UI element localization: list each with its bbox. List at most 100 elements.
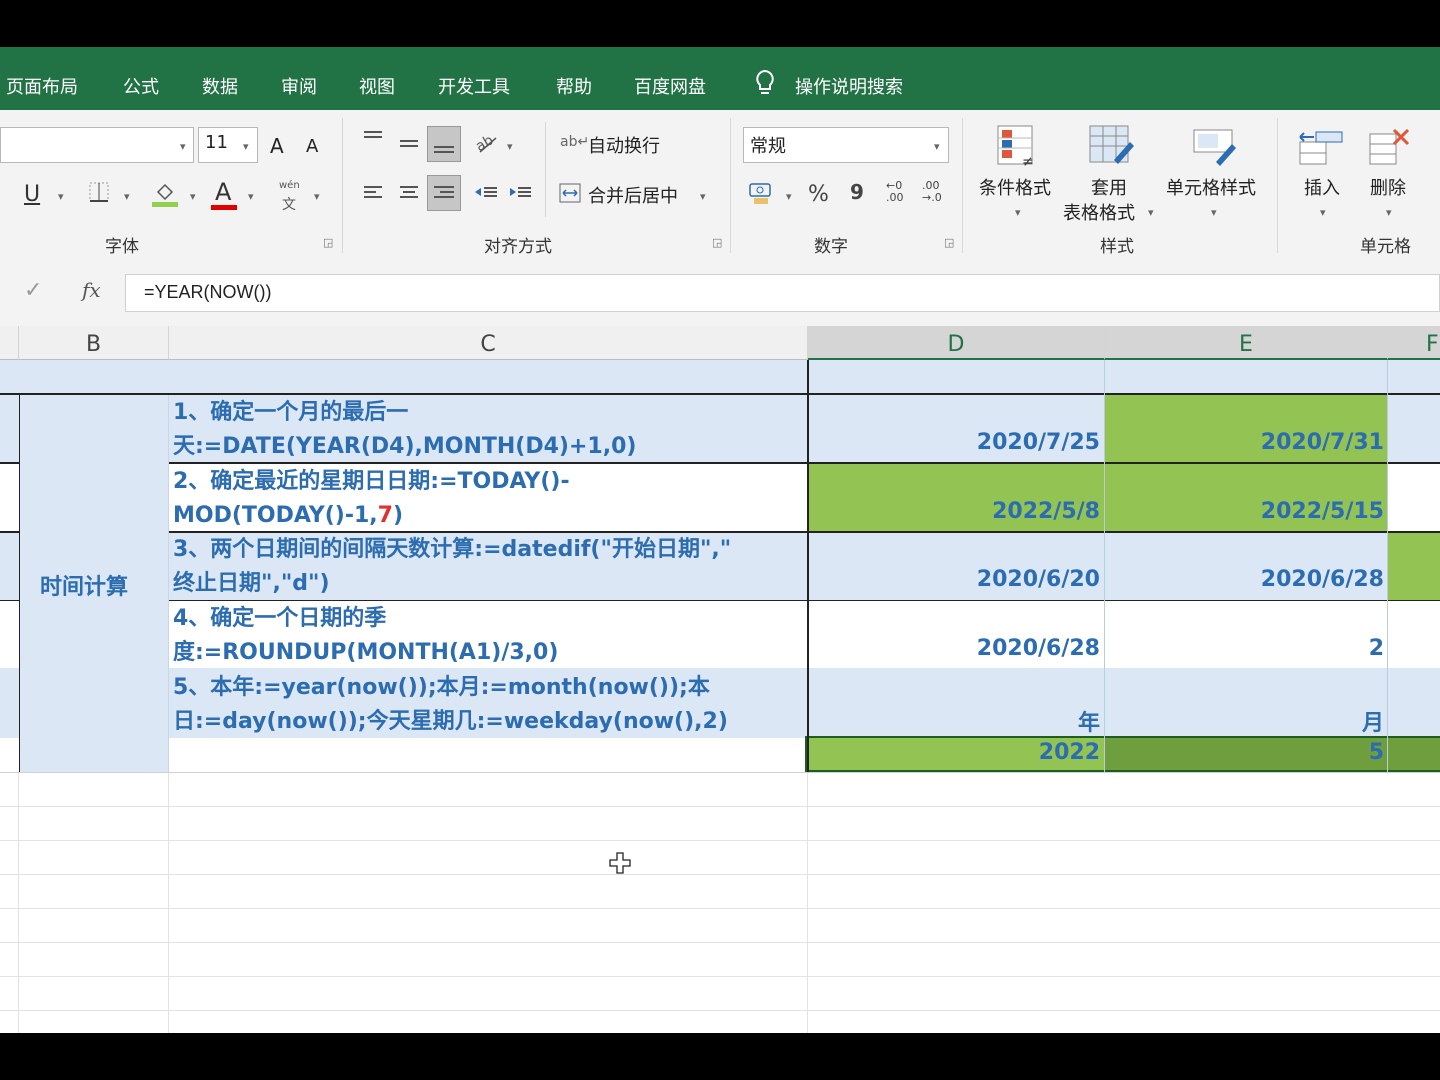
dialog-launcher-icon[interactable]: ◲ — [944, 236, 954, 249]
orientation-icon[interactable]: ab — [473, 130, 500, 161]
decrease-decimal-button[interactable]: .00 →.0 — [922, 180, 942, 204]
tab-view[interactable]: 视图 — [359, 73, 395, 99]
enter-check-icon[interactable]: ✓ — [24, 278, 42, 303]
delete-button[interactable]: 删除 — [1370, 174, 1406, 200]
wrap-text-button[interactable]: 自动换行 — [588, 132, 660, 158]
conditional-format-icon[interactable]: ≠ — [992, 122, 1040, 175]
chevron-down-icon[interactable]: ▾ — [786, 190, 792, 203]
cell-d8-e8[interactable] — [808, 668, 1440, 738]
formula-text: =YEAR(NOW()) — [144, 282, 272, 302]
cell-f6[interactable] — [1388, 533, 1440, 600]
font-grow-button[interactable]: A — [270, 134, 284, 158]
value-d7: 2020/6/28 — [976, 636, 1100, 661]
chevron-down-icon[interactable]: ▾ — [124, 190, 130, 203]
chevron-down-icon[interactable]: ▾ — [1148, 206, 1154, 219]
comma-style-button[interactable]: 9 — [850, 180, 864, 204]
chevron-down-icon[interactable]: ▾ — [700, 190, 706, 203]
delete-cells-icon[interactable] — [1366, 124, 1416, 173]
increase-decimal-button[interactable]: ←0.00 — [886, 180, 904, 204]
align-bottom-button[interactable] — [427, 126, 461, 162]
chevron-down-icon[interactable]: ▾ — [1386, 206, 1392, 219]
insert-cells-icon[interactable] — [1296, 124, 1346, 173]
divider — [545, 122, 546, 217]
worksheet-grid[interactable]: B C D E F 时间计算 1、确定一个月的最后一 天:=DATE(YEAR(… — [0, 326, 1440, 1033]
chevron-down-icon[interactable]: ▾ — [1320, 206, 1326, 219]
align-center-icon[interactable] — [396, 182, 422, 207]
column-header-f[interactable]: F — [1388, 326, 1440, 360]
column-header-d[interactable]: D — [808, 326, 1105, 360]
chevron-down-icon[interactable]: ▾ — [58, 190, 64, 203]
dialog-launcher-icon[interactable]: ◲ — [323, 236, 333, 249]
format-as-table-label-1[interactable]: 套用 — [1091, 174, 1127, 200]
chevron-down-icon[interactable]: ▾ — [248, 190, 254, 203]
percent-button[interactable]: % — [808, 182, 829, 207]
tab-baidu-netdisk[interactable]: 百度网盘 — [634, 73, 706, 99]
border-icon[interactable] — [86, 180, 112, 209]
insert-function-button[interactable]: fx — [82, 278, 101, 302]
gridline — [168, 772, 169, 1033]
number-format-box[interactable]: 常规 — [743, 127, 949, 163]
row-header-corner[interactable] — [0, 326, 19, 360]
column-header-c[interactable]: C — [169, 326, 808, 360]
cell-row-3-right[interactable] — [808, 360, 1440, 394]
underline-button[interactable]: U — [24, 182, 40, 207]
group-label-styles: 样式 — [1100, 237, 1134, 257]
cell-f4[interactable] — [1388, 395, 1440, 462]
font-shrink-button[interactable]: A — [306, 136, 318, 157]
increase-indent-icon[interactable] — [507, 182, 533, 207]
value-d6: 2020/6/20 — [976, 567, 1100, 592]
tab-page-layout[interactable]: 页面布局 — [6, 73, 78, 99]
chevron-down-icon[interactable]: ▾ — [1015, 206, 1021, 219]
tab-data[interactable]: 数据 — [202, 73, 238, 99]
font-color-button[interactable]: A — [215, 178, 231, 206]
gridline — [807, 772, 808, 1033]
divider — [342, 118, 343, 253]
font-name-box[interactable] — [0, 127, 194, 163]
cell-row-3[interactable] — [0, 360, 808, 394]
align-top-icon[interactable] — [360, 128, 386, 153]
selection-border — [805, 736, 1440, 772]
merge-center-icon — [558, 182, 582, 209]
align-left-icon[interactable] — [360, 182, 386, 207]
format-as-table-icon[interactable] — [1086, 122, 1136, 175]
column-header-b[interactable]: B — [19, 326, 169, 360]
gridline — [0, 908, 1440, 909]
tab-developer[interactable]: 开发工具 — [438, 73, 510, 99]
cell-styles-button[interactable]: 单元格样式 — [1166, 174, 1256, 200]
gridline — [0, 1010, 1440, 1011]
gridline — [0, 772, 1440, 773]
chevron-down-icon[interactable]: ▾ — [507, 140, 513, 153]
value-e9: 5 — [1368, 740, 1384, 765]
format-as-table-label-2[interactable]: 表格格式 — [1063, 199, 1135, 225]
conditional-format-button[interactable]: 条件格式 — [979, 174, 1051, 200]
align-middle-icon[interactable] — [396, 134, 422, 159]
merge-center-button[interactable]: 合并后居中 — [588, 182, 678, 208]
row5-text-line1: 5、本年:=year(now());本月:=month(now());本 — [173, 675, 710, 700]
insert-button[interactable]: 插入 — [1304, 174, 1340, 200]
font-size-box[interactable]: 11 — [198, 127, 258, 163]
svg-text:ab: ab — [474, 132, 496, 155]
tab-review[interactable]: 审阅 — [281, 73, 317, 99]
chevron-down-icon[interactable]: ▾ — [1211, 206, 1217, 219]
align-right-button[interactable] — [427, 175, 461, 211]
row1-text-line2: 天:=DATE(YEAR(D4),MONTH(D4)+1,0) — [173, 434, 637, 459]
row5-text-line2: 日:=day(now());今天星期几:=weekday(now(),2) — [173, 709, 728, 734]
tab-formulas[interactable]: 公式 — [123, 73, 159, 99]
column-header-e[interactable]: E — [1105, 326, 1388, 360]
chevron-down-icon[interactable]: ▾ — [180, 140, 186, 153]
chevron-down-icon[interactable]: ▾ — [314, 190, 320, 203]
value-d9: 2022 — [1038, 740, 1100, 765]
cell-styles-icon[interactable] — [1190, 122, 1240, 175]
divider — [730, 118, 731, 253]
tell-me-search[interactable]: 操作说明搜索 — [795, 73, 903, 99]
decrease-indent-icon[interactable] — [473, 182, 499, 207]
chevron-down-icon[interactable]: ▾ — [934, 140, 940, 153]
tab-help[interactable]: 帮助 — [556, 73, 592, 99]
phonetic-button[interactable]: wén — [279, 180, 300, 191]
formula-input[interactable]: =YEAR(NOW()) — [125, 274, 1440, 312]
accounting-format-icon[interactable] — [746, 180, 776, 213]
chevron-down-icon[interactable]: ▾ — [243, 140, 249, 153]
dialog-launcher-icon[interactable]: ◲ — [712, 236, 722, 249]
fill-color-icon[interactable] — [150, 178, 180, 213]
chevron-down-icon[interactable]: ▾ — [190, 190, 196, 203]
